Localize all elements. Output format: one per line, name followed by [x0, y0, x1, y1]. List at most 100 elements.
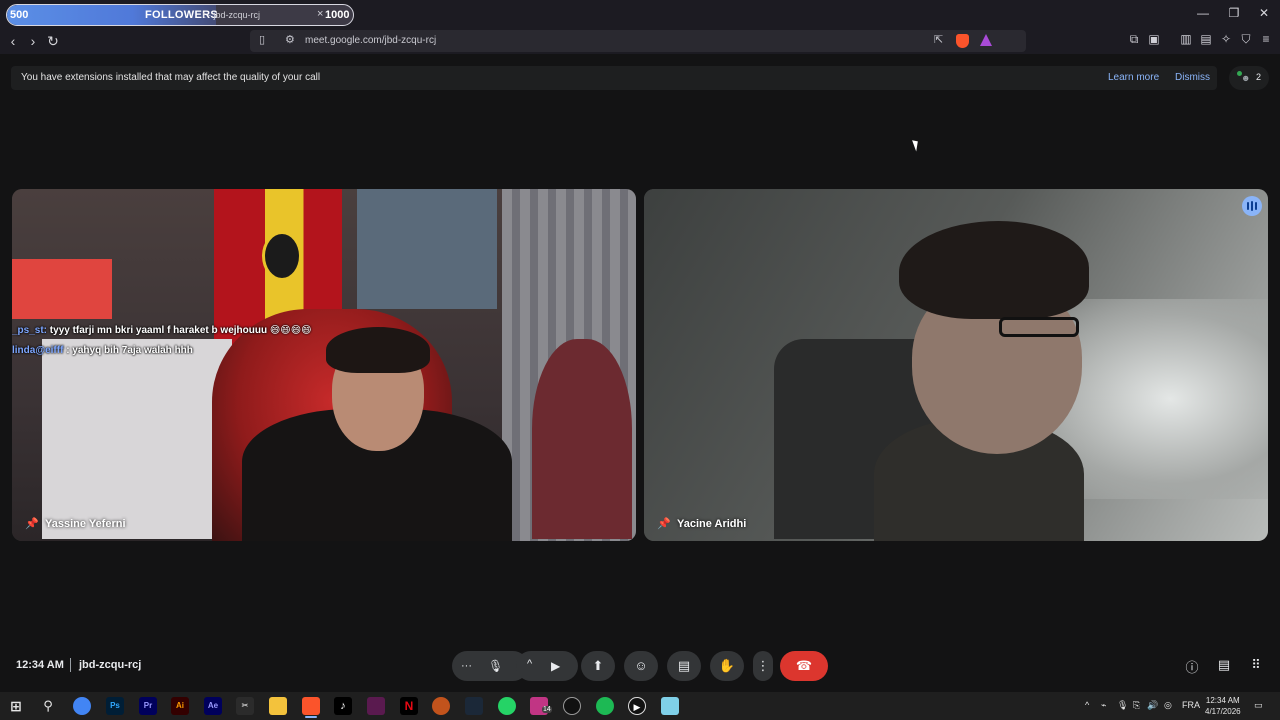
tiktok-icon[interactable]: ♪ [334, 697, 352, 715]
camera-options-chevron-icon[interactable]: ^ [527, 649, 532, 679]
search-icon[interactable]: ⚲ [39, 697, 57, 715]
wallet-icon[interactable]: ▤ [1198, 32, 1214, 46]
tray-mic-icon[interactable]: 🎙 [1117, 700, 1128, 711]
window-shutter [357, 189, 497, 309]
premiere-icon[interactable]: Pr [139, 697, 157, 715]
nike-box [12, 259, 112, 319]
reactions-button[interactable]: ☺ [624, 651, 658, 681]
emoji-icon: ☺ [634, 658, 648, 673]
video-tile-yassine[interactable]: _ps_st: tyyy tfarji mn bkri yaaml f hara… [12, 189, 636, 541]
app-icon[interactable] [563, 697, 581, 715]
capcut-icon[interactable]: ✂ [236, 697, 254, 715]
media-player-icon[interactable]: ▶ [628, 697, 646, 715]
more-audio-icon[interactable]: ··· [461, 651, 472, 681]
windows-start-icon[interactable]: ⊞ [7, 697, 25, 715]
tray-icon[interactable]: ⌁ [1101, 700, 1106, 711]
tray-chevron-icon[interactable]: ^ [1085, 700, 1089, 710]
app-icon[interactable] [661, 697, 679, 715]
steam-icon[interactable] [465, 697, 483, 715]
minimize-button[interactable]: — [1193, 6, 1213, 20]
notifications-icon[interactable]: ▭ [1254, 700, 1263, 711]
microphone-icon[interactable]: 🎙 [488, 651, 503, 681]
tray-icon[interactable]: ⎘ [1133, 700, 1140, 711]
activities-icon[interactable]: ⠿ [1247, 657, 1265, 673]
mouse-cursor [912, 138, 921, 152]
hand-icon: ✋ [718, 658, 736, 673]
participants-button[interactable]: ☻ 2 [1229, 66, 1269, 90]
bookmark-icon[interactable]: ▯ [259, 33, 265, 46]
spotify-icon[interactable] [596, 697, 614, 715]
participant-name: Yassine Yeferni [45, 518, 126, 530]
taskbar-date: 4/17/2026 [1205, 707, 1241, 716]
taskbar-time: 12:34 AM [1205, 696, 1240, 705]
extensions-icon[interactable]: ⧉ [1126, 32, 1142, 47]
tab-close-icon[interactable]: × [317, 8, 323, 20]
browser-titlebar: 500 FOLLOWERS t - jbd-zcqu-rcj × 1000 — … [0, 0, 1280, 28]
chat-message: tyyy tfarji mn bkri yaaml f haraket b we… [49, 325, 312, 336]
chat-username: _ps_st: [12, 325, 48, 336]
captions-icon: ▤ [677, 658, 691, 673]
sidebar-icon[interactable]: ▥ [1178, 32, 1194, 46]
chat-overlay-line: _ps_st: tyyy tfarji mn bkri yaaml f hara… [12, 325, 312, 336]
pin-icon[interactable]: 📌 [657, 517, 671, 530]
shelf [42, 339, 232, 539]
raise-hand-button[interactable]: ✋ [710, 651, 744, 681]
brave-rewards-icon[interactable] [980, 34, 992, 46]
meeting-info-icon[interactable]: ⓘ [1183, 657, 1201, 676]
present-screen-icon: ⬆ [592, 658, 604, 673]
participant-name: Yacine Aridhi [677, 518, 747, 530]
reload-icon[interactable]: ↻ [44, 32, 62, 50]
windows-taskbar: ⊞ ⚲ Ps Pr Ai Ae ✂ ♪ N 14 ▶ ^ ⌁ 🎙 ⎘ 🔊 ◎ F… [0, 692, 1280, 720]
followers-max: 1000 [325, 9, 350, 21]
extensions-warning-banner: You have extensions installed that may a… [11, 66, 1217, 90]
taskbar-clock[interactable]: 12:34 AM 4/17/2026 [1205, 695, 1241, 717]
file-explorer-icon[interactable] [269, 697, 287, 715]
illustrator-icon[interactable]: Ai [171, 697, 189, 715]
whatsapp-icon[interactable] [498, 697, 516, 715]
more-options-icon: ⋮ [756, 658, 770, 673]
address-bar[interactable]: ▯ ⚙ meet.google.com/jbd-zcqu-rcj ⇱ [250, 30, 1026, 52]
dismiss-button[interactable]: Dismiss [1175, 72, 1210, 83]
person-hair [899, 221, 1089, 319]
url-text[interactable]: meet.google.com/jbd-zcqu-rcj [305, 35, 436, 46]
maximize-button[interactable]: ❐ [1224, 6, 1244, 20]
present-button[interactable]: ⬆ [581, 651, 615, 681]
site-info-icon[interactable]: ⚙ [285, 33, 295, 46]
chat-icon[interactable]: ▤ [1215, 657, 1233, 673]
photoshop-icon[interactable]: Ps [106, 697, 124, 715]
hangup-icon: ☎ [795, 658, 813, 673]
app-icon[interactable] [367, 697, 385, 715]
language-indicator[interactable]: FRA [1182, 700, 1200, 710]
instagram-badge: 14 [542, 706, 552, 713]
forward-icon[interactable]: › [24, 32, 42, 50]
leo-ai-icon[interactable]: ✧ [1218, 32, 1234, 46]
menu-icon[interactable]: ≡ [1258, 32, 1274, 46]
flag-emblem [262, 231, 302, 281]
divider [70, 658, 71, 672]
tab-search-icon[interactable]: ▣ [1146, 32, 1162, 46]
chat-message: : yahyq bih 7aja walah hhh [66, 345, 193, 356]
person-hair [326, 327, 430, 373]
close-button[interactable]: ✕ [1254, 6, 1274, 20]
after-effects-icon[interactable]: Ae [204, 697, 222, 715]
meeting-clock: 12:34 AM [16, 659, 64, 671]
volume-icon[interactable]: 🔊 [1147, 700, 1158, 711]
video-tile-yacine[interactable]: 📌 Yacine Aridhi [644, 189, 1268, 541]
brave-icon[interactable] [302, 697, 320, 715]
app-icon[interactable] [432, 697, 450, 715]
tray-icon[interactable]: ◎ [1164, 700, 1172, 711]
brave-shields-icon[interactable] [956, 34, 969, 48]
more-options-button[interactable]: ⋮ [753, 651, 773, 681]
netflix-icon[interactable]: N [400, 697, 418, 715]
back-icon[interactable]: ‹ [4, 32, 22, 50]
learn-more-link[interactable]: Learn more [1108, 72, 1159, 83]
captions-button[interactable]: ▤ [667, 651, 701, 681]
chrome-icon[interactable] [73, 697, 91, 715]
vpn-icon[interactable]: ⛉ [1238, 32, 1254, 47]
pin-icon[interactable]: 📌 [25, 517, 39, 530]
browser-tab[interactable]: 500 FOLLOWERS t - jbd-zcqu-rcj × 1000 [6, 4, 354, 26]
leave-call-button[interactable]: ☎ [780, 651, 828, 681]
chat-overlay-line: linda@eifff : yahyq bih 7aja walah hhh [12, 345, 193, 356]
camera-icon[interactable]: ▶ [551, 651, 560, 681]
share-icon[interactable]: ⇱ [934, 33, 943, 46]
